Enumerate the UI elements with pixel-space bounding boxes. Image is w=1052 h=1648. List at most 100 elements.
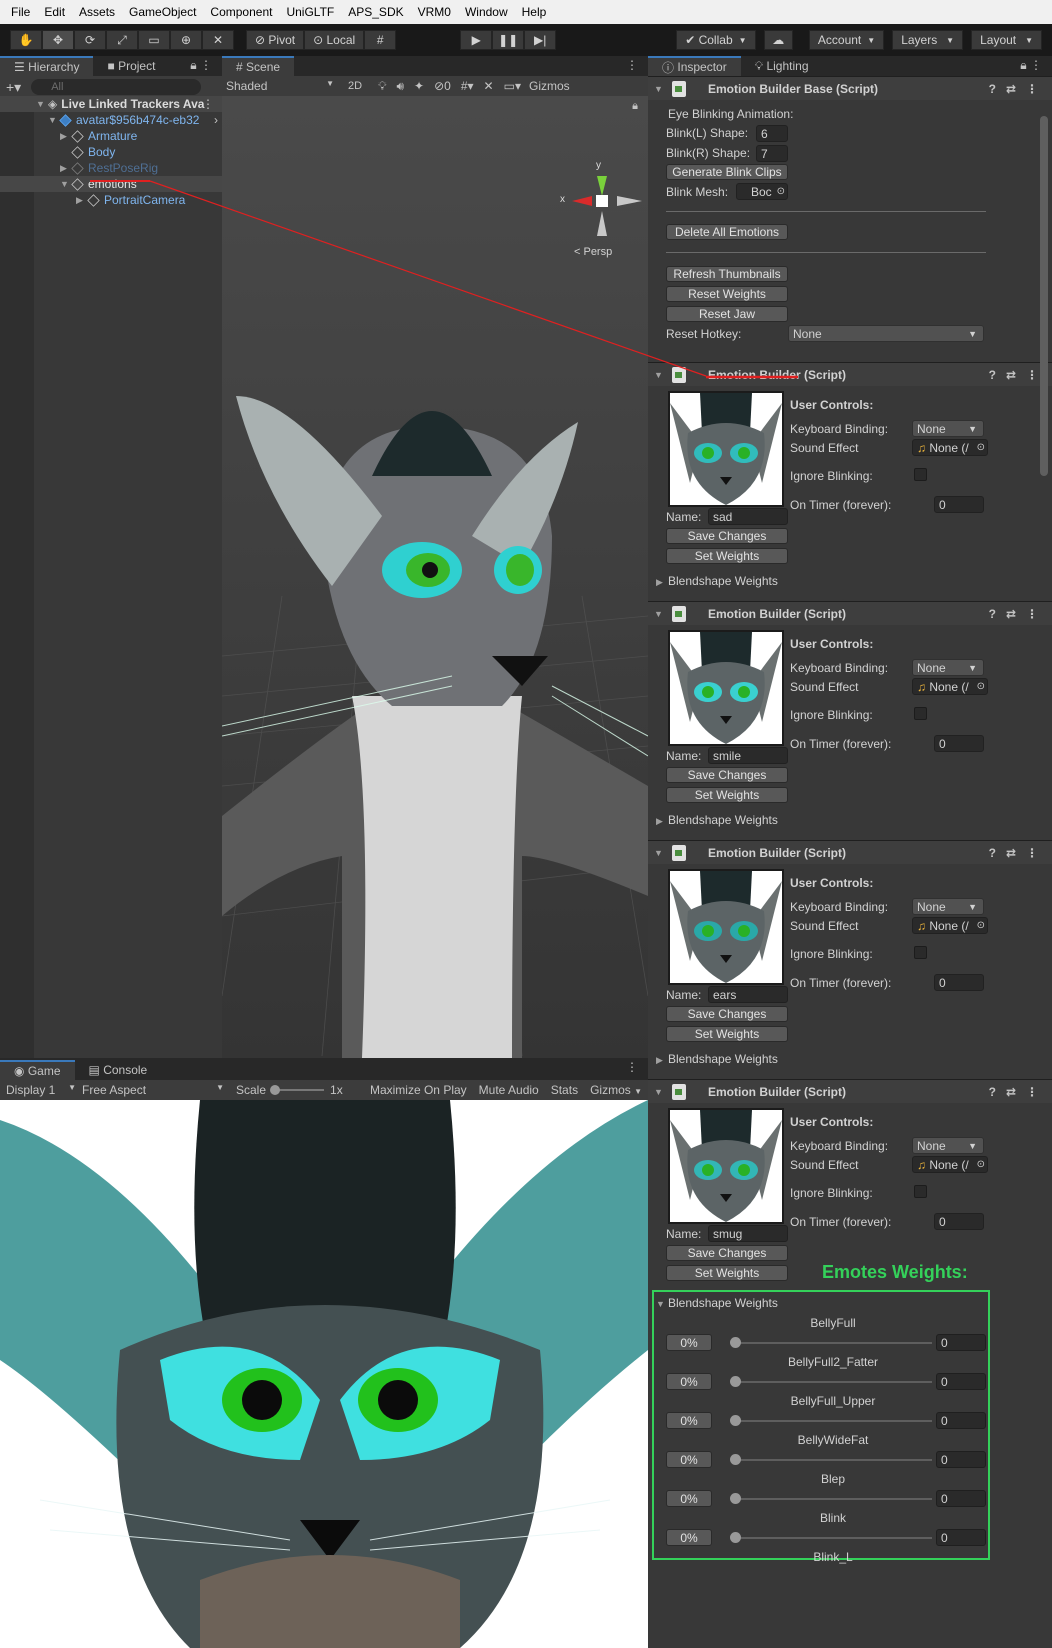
shading-dropdown[interactable]: Shaded ▼ — [222, 79, 338, 93]
preset-icon[interactable]: ⇄ — [1006, 607, 1016, 621]
help-icon[interactable]: ? — [989, 1085, 996, 1099]
blendshape-percent-button[interactable]: 0% — [666, 1529, 712, 1546]
blendshape-slider-knob[interactable] — [730, 1454, 741, 1465]
layers-dropdown[interactable]: Layers ▼ — [892, 30, 964, 50]
hierarchy-item-portraitcamera[interactable]: ▶ PortraitCamera — [0, 192, 222, 208]
tab-inspector[interactable]: ⓘ Inspector — [648, 56, 741, 76]
ignore-blinking-checkbox[interactable] — [914, 1185, 927, 1198]
more-icon[interactable]: ⋮ — [1026, 1085, 1038, 1099]
more-icon[interactable]: ⋮ — [1026, 82, 1038, 96]
on-timer-field[interactable]: 0 — [934, 496, 984, 513]
persp-label[interactable]: < Persp — [574, 246, 612, 258]
grid-toggle-icon[interactable]: #▾ — [461, 79, 474, 93]
blendshape-weights-foldout[interactable]: ▶ Blendshape Weights — [656, 574, 778, 588]
save-changes-button[interactable]: Save Changes — [666, 528, 788, 544]
more-icon[interactable]: ⋮ — [1026, 607, 1038, 621]
local-toggle[interactable]: ⊙ Local — [304, 30, 365, 50]
menu-edit[interactable]: Edit — [37, 5, 72, 19]
save-changes-button[interactable]: Save Changes — [666, 1245, 788, 1261]
blendshape-slider-track[interactable] — [736, 1498, 932, 1500]
help-icon[interactable]: ? — [989, 607, 996, 621]
plus-icon[interactable]: +▾ — [6, 79, 21, 96]
tab-console[interactable]: ▤ Console — [75, 1060, 162, 1080]
rotate-tool-icon[interactable]: ⟳ — [74, 30, 106, 50]
stats-toggle[interactable]: Stats — [545, 1083, 584, 1097]
emotion-name-field[interactable]: smug — [708, 1225, 788, 1242]
tab-scene[interactable]: # Scene — [222, 56, 295, 76]
lock-icon[interactable]: 🔒︎ ⋮ — [190, 58, 212, 73]
blendshape-percent-button[interactable]: 0% — [666, 1373, 712, 1390]
sound-effect-field[interactable]: ♫ None (/ ⊙ — [912, 678, 988, 695]
ignore-blinking-checkbox[interactable] — [914, 468, 927, 481]
move-tool-icon[interactable]: ✥ — [42, 30, 74, 50]
account-dropdown[interactable]: Account ▼ — [808, 30, 885, 50]
cloud-icon[interactable]: ☁ — [763, 30, 793, 50]
help-icon[interactable]: ? — [989, 82, 996, 96]
emotion-name-field[interactable]: ears — [708, 986, 788, 1003]
save-changes-button[interactable]: Save Changes — [666, 767, 788, 783]
blink-mesh-field[interactable]: Boc ⊙ — [736, 183, 788, 200]
more-icon[interactable]: ⋮ — [1026, 846, 1038, 860]
blendshape-value-field[interactable]: 0 — [936, 1412, 986, 1429]
effects-toggle-icon[interactable]: ✦ — [414, 79, 424, 93]
hierarchy-search-input[interactable]: All — [31, 79, 202, 95]
menu-help[interactable]: Help — [515, 5, 554, 19]
blendshape-slider-knob[interactable] — [730, 1415, 741, 1426]
blendshape-value-field[interactable]: 0 — [936, 1451, 986, 1468]
blendshape-percent-button[interactable]: 0% — [666, 1490, 712, 1507]
reset-jaw-button[interactable]: Reset Jaw — [666, 306, 788, 322]
blendshape-slider-knob[interactable] — [730, 1376, 741, 1387]
camera-icon[interactable]: ▭▾ — [504, 79, 521, 93]
lighting-toggle-icon[interactable]: 💡︎ — [378, 79, 386, 94]
blendshape-percent-button[interactable]: 0% — [666, 1412, 712, 1429]
2d-toggle[interactable]: 2D — [344, 80, 366, 92]
preset-icon[interactable]: ⇄ — [1006, 846, 1016, 860]
blendshape-slider-track[interactable] — [736, 1459, 932, 1461]
more-icon[interactable]: ⋮ — [626, 1060, 638, 1074]
lock-icon[interactable]: 🔒︎ — [632, 100, 638, 113]
blendshape-slider-knob[interactable] — [730, 1532, 741, 1543]
object-picker-icon[interactable]: ⊙ — [977, 442, 985, 453]
hierarchy-item-scene[interactable]: ▼ ◈ Live Linked Trackers Ava ⋮ — [0, 96, 222, 112]
emotion-builder-header[interactable]: ▼ Emotion Builder (Script) ? ⇄ ⋮ — [648, 601, 1052, 625]
preset-icon[interactable]: ⇄ — [1006, 368, 1016, 382]
blendshape-slider-track[interactable] — [736, 1381, 932, 1383]
chevron-right-icon[interactable]: › — [214, 113, 218, 127]
tools-icon[interactable]: ✕ — [484, 79, 494, 93]
keyboard-binding-dropdown[interactable]: None ▼ — [912, 659, 984, 676]
blendshape-value-field[interactable]: 0 — [936, 1529, 986, 1546]
collab-dropdown[interactable]: ✔ Collab ▼ — [676, 30, 756, 50]
emotion-name-field[interactable]: sad — [708, 508, 788, 525]
reset-weights-button[interactable]: Reset Weights — [666, 286, 788, 302]
menu-component[interactable]: Component — [203, 5, 279, 19]
more-icon[interactable]: ⋮ — [626, 58, 638, 72]
mute-toggle[interactable]: Mute Audio — [473, 1083, 545, 1097]
blendshape-value-field[interactable]: 0 — [936, 1490, 986, 1507]
scale-tool-icon[interactable]: ⤢ — [106, 30, 138, 50]
rect-tool-icon[interactable]: ▭ — [138, 30, 170, 50]
emotion-name-field[interactable]: smile — [708, 747, 788, 764]
blendshape-slider-track[interactable] — [736, 1342, 932, 1344]
delete-all-emotions-button[interactable]: Delete All Emotions — [666, 224, 788, 240]
play-icon[interactable]: ▶ — [460, 30, 493, 50]
gizmos-button[interactable]: Gizmos — [529, 79, 570, 93]
menu-uniglTF[interactable]: UniGLTF — [279, 5, 341, 19]
menu-gameobject[interactable]: GameObject — [122, 5, 203, 19]
blendshape-slider-knob[interactable] — [730, 1337, 741, 1348]
aspect-dropdown[interactable]: Free Aspect ▼ — [78, 1083, 230, 1097]
blink-l-field[interactable]: 6 — [756, 125, 788, 142]
more-icon[interactable]: ⋮ — [202, 97, 214, 111]
blendshape-weights-foldout[interactable]: ▶ Blendshape Weights — [656, 1052, 778, 1066]
object-picker-icon[interactable]: ⊙ — [777, 186, 785, 197]
blendshape-weights-foldout[interactable]: ▼ Blendshape Weights — [656, 1296, 778, 1310]
menu-vrm0[interactable]: VRM0 — [411, 5, 458, 19]
help-icon[interactable]: ? — [989, 368, 996, 382]
object-picker-icon[interactable]: ⊙ — [977, 681, 985, 692]
keyboard-binding-dropdown[interactable]: None ▼ — [912, 420, 984, 437]
hierarchy-item-body[interactable]: Body — [0, 144, 222, 160]
pause-icon[interactable]: ❚❚ — [492, 30, 525, 50]
menu-file[interactable]: File — [4, 5, 37, 19]
set-weights-button[interactable]: Set Weights — [666, 548, 788, 564]
tab-project[interactable]: ■ Project — [93, 56, 169, 76]
hierarchy-item-emotions[interactable]: ▼ emotions — [0, 176, 222, 192]
